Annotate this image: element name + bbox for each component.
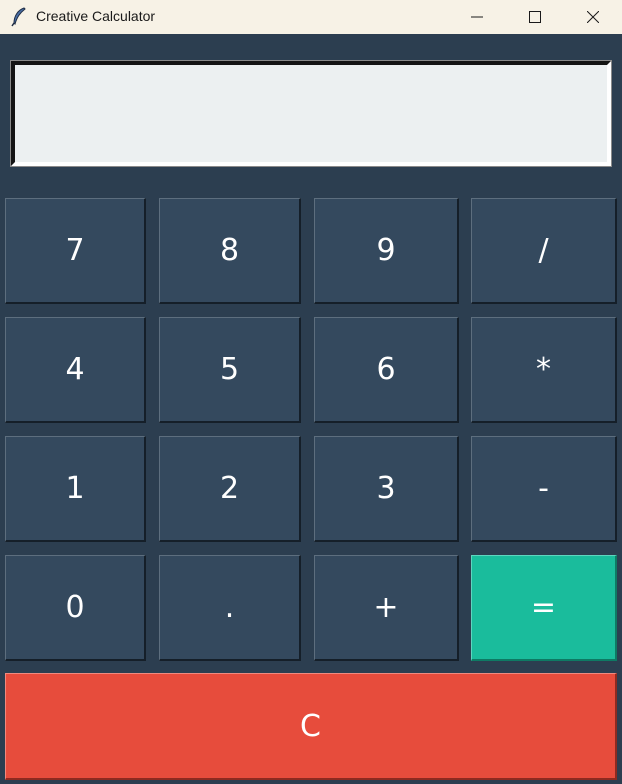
multiply-button[interactable]: * [471, 317, 617, 423]
button-4[interactable]: 4 [5, 317, 146, 423]
button-6[interactable]: 6 [314, 317, 459, 423]
title-bar[interactable]: Creative Calculator [0, 0, 622, 34]
close-icon[interactable] [564, 0, 622, 34]
divide-button[interactable]: / [471, 198, 617, 304]
button-0[interactable]: 0 [5, 555, 146, 661]
button-5[interactable]: 5 [159, 317, 301, 423]
display-entry[interactable] [10, 60, 612, 167]
minimize-icon[interactable] [448, 0, 506, 34]
subtract-button[interactable]: - [471, 436, 617, 542]
add-button[interactable]: + [314, 555, 459, 661]
button-8[interactable]: 8 [159, 198, 301, 304]
feather-icon [10, 7, 28, 27]
button-3[interactable]: 3 [314, 436, 459, 542]
button-2[interactable]: 2 [159, 436, 301, 542]
button-9[interactable]: 9 [314, 198, 459, 304]
button-7[interactable]: 7 [5, 198, 146, 304]
window-title: Creative Calculator [36, 8, 156, 24]
equals-button[interactable]: = [471, 555, 617, 661]
decimal-button[interactable]: . [159, 555, 301, 661]
button-1[interactable]: 1 [5, 436, 146, 542]
clear-button[interactable]: C [5, 673, 617, 780]
maximize-icon[interactable] [506, 0, 564, 34]
